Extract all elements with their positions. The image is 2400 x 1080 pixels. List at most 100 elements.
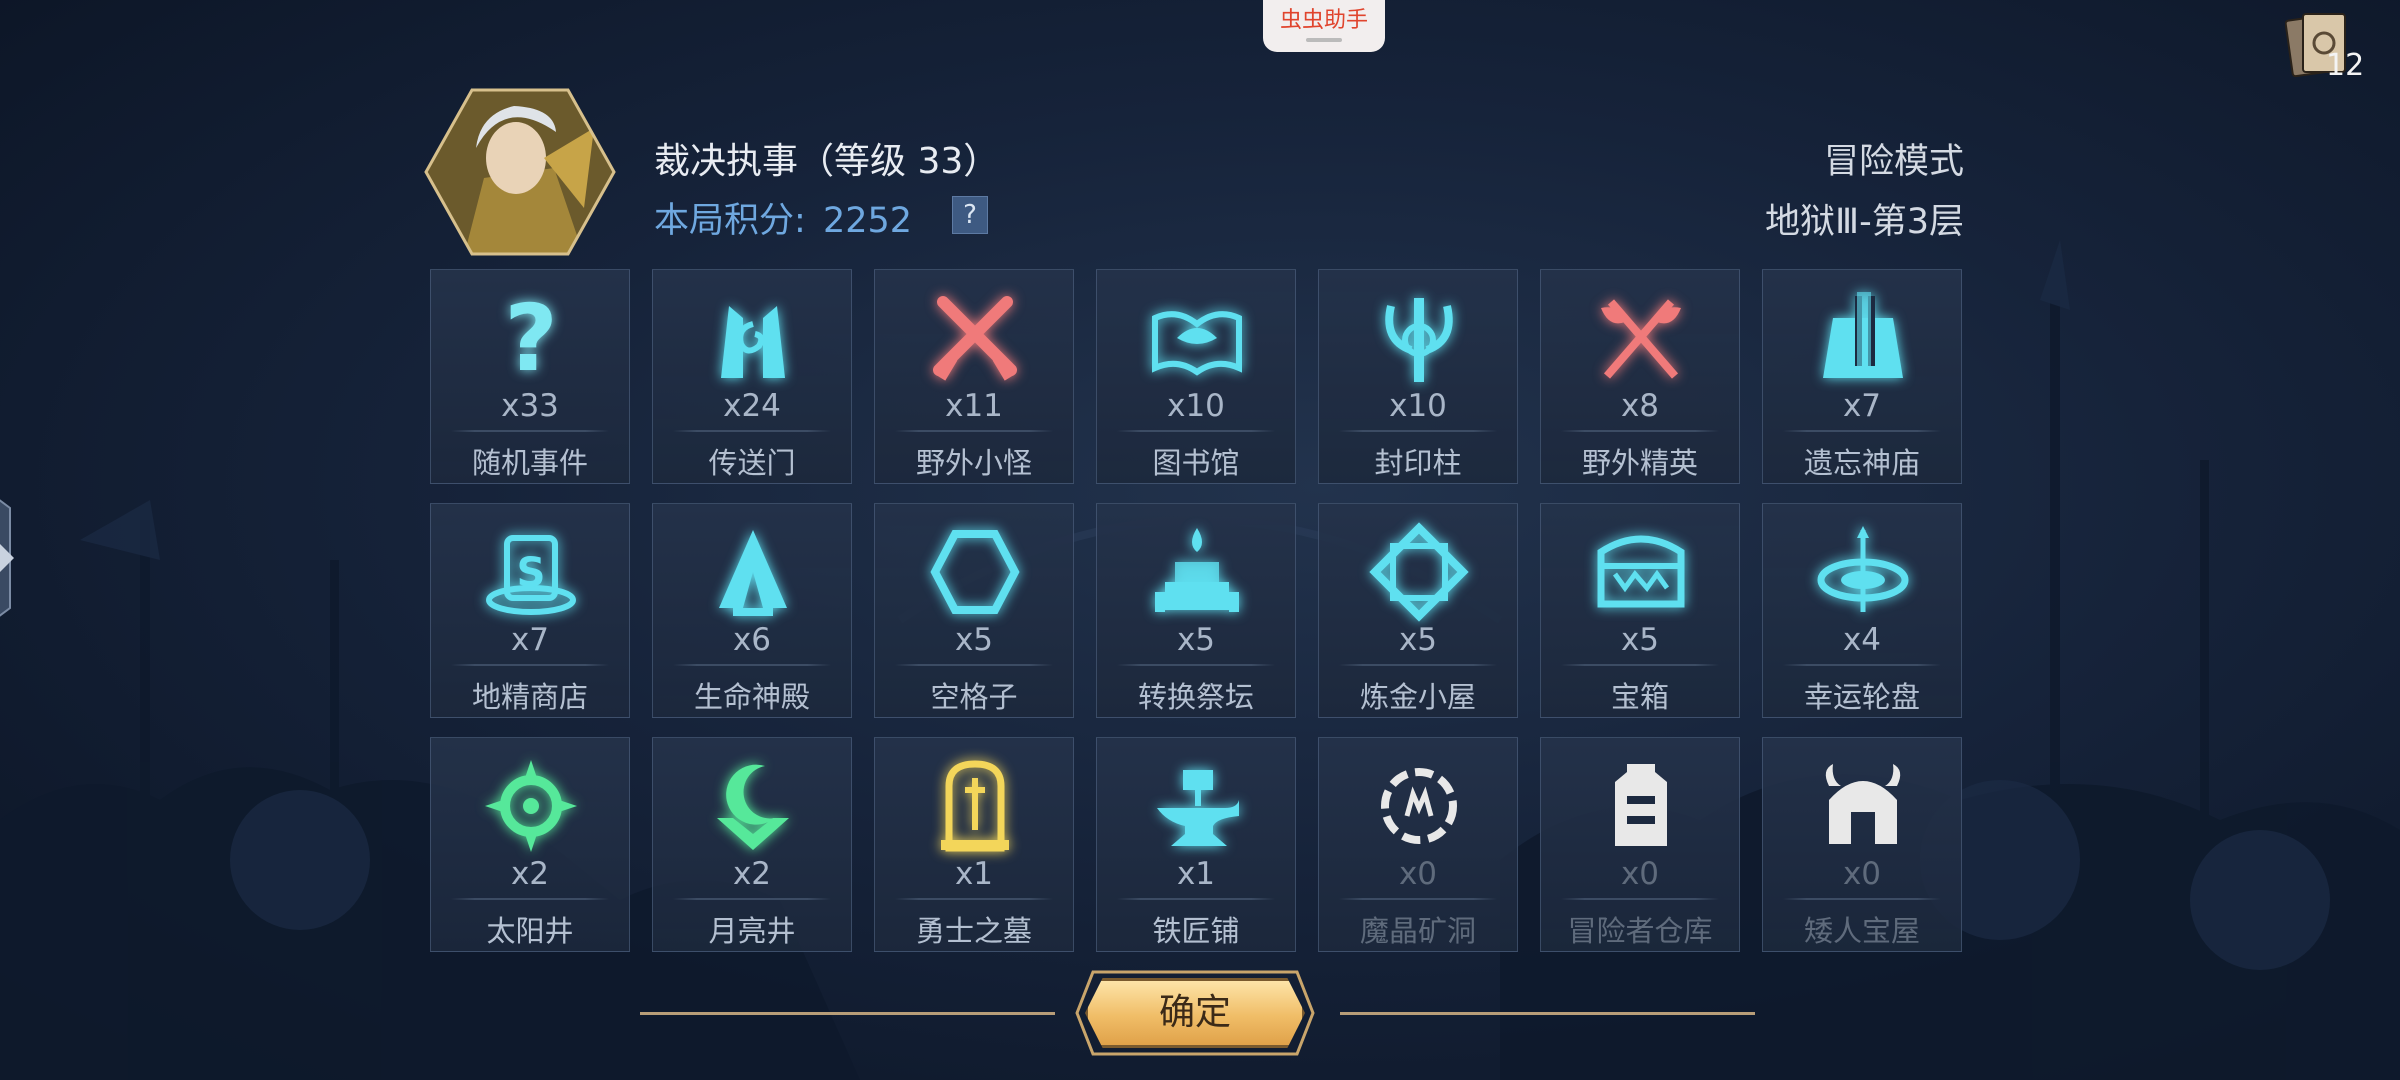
tile-book[interactable]: x10 图书馆 [1096, 269, 1296, 484]
seal-pillar-icon [1385, 298, 1453, 382]
tile-label: 铁匠铺 [1152, 914, 1240, 948]
confirm-area: 确定 [640, 968, 1760, 1058]
tile-divider [1339, 664, 1497, 666]
tile-label: 传送门 [708, 446, 796, 480]
tile-label: 魔晶矿洞 [1359, 914, 1476, 948]
tile-divider [895, 664, 1053, 666]
tile-count: x33 [501, 388, 559, 424]
tile-sun-well[interactable]: x2 太阳井 [430, 737, 630, 952]
tile-label: 勇士之墓 [915, 914, 1032, 948]
chest-icon [1597, 535, 1685, 608]
tile-life-shrine[interactable]: x6 生命神殿 [652, 503, 852, 718]
tile-label: 炼金小屋 [1359, 680, 1476, 714]
tile-divider [451, 898, 609, 900]
tile-label: 遗忘神庙 [1803, 446, 1920, 480]
hexagon-icon [930, 530, 1020, 614]
tile-crystal-mine[interactable]: x0 魔晶矿洞 [1318, 737, 1518, 952]
tile-count: x2 [732, 856, 772, 892]
tile-label: 随机事件 [471, 446, 588, 480]
assistant-tab[interactable]: 虫虫助手 [1263, 0, 1385, 52]
tile-count: x1 [954, 856, 994, 892]
side-panel-toggle[interactable] [0, 478, 26, 638]
dungeon-level: 地狱Ⅲ-第3层 [1764, 202, 1964, 242]
tile-divider [1783, 430, 1941, 432]
tile-question[interactable]: ? x33 随机事件 [430, 269, 630, 484]
tile-alchemy[interactable]: x5 炼金小屋 [1318, 503, 1518, 718]
tile-count: x5 [954, 622, 994, 658]
hero-name: 裁决执事（等级 33） [654, 141, 1000, 182]
tile-crossed-axes[interactable]: x8 野外精英 [1540, 269, 1740, 484]
tile-chest[interactable]: x5 宝箱 [1540, 503, 1740, 718]
question-icon: ? [504, 288, 557, 388]
tile-hexagon[interactable]: x5 空格子 [874, 503, 1074, 718]
tile-crossed-swords[interactable]: x11 野外小怪 [874, 269, 1074, 484]
wheel-icon [1817, 526, 1909, 612]
tile-warehouse[interactable]: x0 冒险者仓库 [1540, 737, 1740, 952]
tile-dwarf-helmet[interactable]: x0 矮人宝屋 [1762, 737, 1962, 952]
life-shrine-icon [719, 530, 787, 616]
tile-anvil[interactable]: x1 铁匠铺 [1096, 737, 1296, 952]
tile-count: x0 [1842, 856, 1882, 892]
tile-divider [1561, 664, 1719, 666]
tile-divider [1117, 664, 1275, 666]
crystal-mine-icon [1381, 768, 1457, 844]
tile-count: x7 [1842, 388, 1882, 424]
book-icon [1152, 311, 1242, 376]
tile-count: x5 [1176, 622, 1216, 658]
hero-avatar [424, 88, 616, 256]
tile-count: x7 [510, 622, 550, 658]
tile-altar[interactable]: x5 转换祭坛 [1096, 503, 1296, 718]
tile-label: 转换祭坛 [1137, 680, 1254, 714]
tile-count: x2 [510, 856, 550, 892]
confirm-button[interactable]: 确定 [1085, 978, 1305, 1048]
tile-portal[interactable]: x24 传送门 [652, 269, 852, 484]
tile-temple[interactable]: x7 遗忘神庙 [1762, 269, 1962, 484]
warehouse-icon [1615, 764, 1667, 846]
tile-count: x5 [1398, 622, 1438, 658]
tile-moon-well[interactable]: x2 月亮井 [652, 737, 852, 952]
tile-count: x5 [1620, 622, 1660, 658]
score-label: 本局积分: [654, 201, 806, 241]
deck-count: 12 [2326, 48, 2365, 83]
anvil-icon [1157, 770, 1239, 846]
tile-divider [1117, 430, 1275, 432]
right-decor-line [1340, 1012, 1755, 1015]
tile-tomb[interactable]: x1 勇士之墓 [874, 737, 1074, 952]
tile-divider [895, 898, 1053, 900]
tile-divider [673, 430, 831, 432]
tile-divider [1117, 898, 1275, 900]
tile-count: x0 [1620, 856, 1660, 892]
tile-divider [673, 898, 831, 900]
svg-text:S: S [517, 550, 546, 596]
score-value: 2252 [822, 201, 913, 241]
tile-label: 矮人宝屋 [1803, 914, 1920, 948]
portal-icon [721, 306, 785, 378]
altar-icon [1155, 528, 1239, 612]
tile-label: 野外精英 [1581, 446, 1698, 480]
tile-label: 空格子 [930, 680, 1018, 714]
tile-count: x1 [1176, 856, 1216, 892]
tile-divider [1783, 898, 1941, 900]
tile-divider [1339, 430, 1497, 432]
tile-divider [451, 430, 609, 432]
dwarf-helmet-icon [1825, 764, 1901, 844]
tile-divider [895, 430, 1053, 432]
tile-count: x10 [1389, 388, 1447, 424]
moon-well-icon [717, 764, 789, 850]
left-decor-line [640, 1012, 1055, 1015]
alchemy-icon [1369, 522, 1469, 622]
tile-label: 冒险者仓库 [1567, 914, 1713, 948]
tile-label: 太阳井 [486, 914, 574, 948]
tomb-icon [941, 760, 1009, 852]
tile-wheel[interactable]: x4 幸运轮盘 [1762, 503, 1962, 718]
tile-label: 生命神殿 [693, 680, 810, 714]
help-button[interactable]: ? [952, 196, 988, 234]
tile-seal-pillar[interactable]: x10 封印柱 [1318, 269, 1518, 484]
sun-well-icon [485, 760, 577, 852]
tile-divider [1561, 898, 1719, 900]
tile-divider [673, 664, 831, 666]
tile-shop-hat[interactable]: Sx7 地精商店 [430, 503, 630, 718]
tile-count: x11 [945, 388, 1003, 424]
tile-count: x8 [1620, 388, 1660, 424]
tile-count: x4 [1842, 622, 1882, 658]
